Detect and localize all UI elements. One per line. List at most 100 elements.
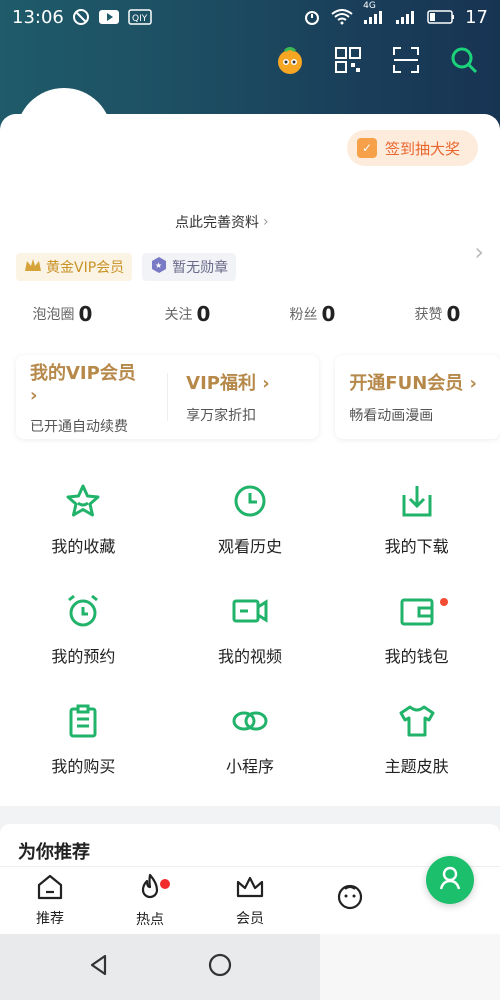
face-icon — [336, 883, 364, 915]
wallet-icon — [397, 591, 437, 631]
grid-label: 主题皮肤 — [384, 757, 449, 776]
stat-fans[interactable]: 粉丝 0 — [250, 302, 375, 326]
chevron-right-icon: › — [263, 214, 269, 230]
grid-item-wallet[interactable]: 我的钱包 — [333, 574, 500, 684]
home-circle-icon[interactable] — [207, 952, 233, 982]
header-actions — [274, 44, 480, 76]
grid-item-favorites[interactable]: 我的收藏 — [0, 464, 167, 574]
signin-lottery-button[interactable]: ✓ 签到抽大奖 — [346, 130, 478, 166]
status-time: 13:06 — [12, 6, 64, 28]
crown-icon — [235, 874, 265, 904]
badges: 黄金VIP会员 ★ 暂无勋章 — [16, 253, 237, 281]
stat-follow[interactable]: 关注 0 — [125, 302, 250, 326]
android-nav-blank — [320, 934, 500, 1000]
alarm-status-icon — [303, 8, 321, 26]
vip-row: 我的VIP会员 › 已开通自动续费 VIP福利 › 享万家折扣 开通FUN会员 … — [16, 355, 500, 439]
grid-label: 我的购买 — [51, 757, 116, 776]
vip-benefits-title: VIP福利 › — [186, 373, 270, 394]
scan-icon[interactable] — [390, 44, 422, 76]
qr-code-icon[interactable] — [332, 44, 364, 76]
vip-benefits[interactable]: VIP福利 › 享万家折扣 — [186, 369, 305, 425]
tab-recommend[interactable]: 推荐 — [0, 867, 100, 934]
medal-badge[interactable]: ★ 暂无勋章 — [142, 253, 237, 281]
tab-label: 会员 — [236, 910, 264, 927]
stat-label: 粉丝 — [289, 307, 318, 323]
battery-icon — [427, 9, 455, 25]
video-icon — [230, 591, 270, 631]
android-navigation-bar — [0, 934, 320, 1000]
grid-item-download[interactable]: 我的下载 — [333, 464, 500, 574]
my-vip-title: 我的VIP会员 › — [30, 362, 136, 406]
star-icon — [63, 481, 103, 521]
grid-item-reservation[interactable]: 我的预约 — [0, 574, 167, 684]
feature-grid: 我的收藏 观看历史 我的下载 我的预约 我的视频 我的钱包 我的购买 小程序 主… — [0, 464, 500, 794]
do-not-disturb-icon — [72, 8, 90, 26]
recommend-section: 为你推荐 — [0, 824, 500, 868]
profile-icon — [437, 865, 463, 895]
alarm-icon — [63, 591, 103, 631]
tab-vip[interactable]: 会员 — [200, 867, 300, 934]
wifi-icon — [331, 9, 353, 25]
grid-item-theme[interactable]: 主题皮肤 — [333, 684, 500, 794]
flame-icon — [137, 873, 163, 905]
profile-fab-button[interactable] — [426, 856, 474, 904]
fun-vip-sub: 畅看动画漫画 — [349, 408, 434, 424]
svg-text:QIY: QIY — [132, 14, 148, 24]
notification-dot — [440, 598, 448, 606]
grid-label: 我的预约 — [51, 647, 116, 666]
stat-value: 0 — [321, 302, 336, 326]
stat-likes[interactable]: 获赞 0 — [375, 302, 500, 326]
grid-item-videos[interactable]: 我的视频 — [167, 574, 334, 684]
vip-badge-label: 黄金VIP会员 — [46, 260, 125, 276]
grid-item-purchases[interactable]: 我的购买 — [0, 684, 167, 794]
tab-label: 推荐 — [36, 910, 64, 927]
profile-chevron-right-icon[interactable]: › — [474, 238, 484, 266]
avatar[interactable] — [18, 90, 110, 182]
link-icon — [230, 701, 270, 741]
complete-profile-link[interactable]: 点此完善资料 › — [175, 212, 269, 232]
svg-text:★: ★ — [155, 261, 162, 270]
stats-row: 泡泡圈 0 关注 0 粉丝 0 获赞 0 — [0, 302, 500, 326]
signin-label: 签到抽大奖 — [384, 139, 460, 158]
my-vip[interactable]: 我的VIP会员 › 已开通自动续费 — [30, 363, 149, 435]
iqiyi-icon: QIY — [128, 9, 152, 25]
grid-label: 我的钱包 — [384, 647, 449, 666]
recommend-title: 为你推荐 — [18, 842, 90, 863]
signal-4g-icon: 4G — [363, 1, 385, 25]
grid-label: 我的下载 — [384, 537, 449, 556]
tab-hot[interactable]: 热点 — [100, 867, 200, 934]
divider — [167, 373, 169, 421]
home-icon — [36, 874, 64, 904]
medal-icon: ★ — [150, 256, 168, 278]
stat-value: 0 — [196, 302, 211, 326]
network-type: 4G — [363, 1, 376, 11]
youtube-icon — [98, 9, 120, 25]
grid-label: 小程序 — [225, 757, 274, 776]
tab-face[interactable] — [300, 867, 400, 934]
download-icon — [397, 481, 437, 521]
stat-bubble[interactable]: 泡泡圈 0 — [0, 302, 125, 326]
vip-card-main: 我的VIP会员 › 已开通自动续费 VIP福利 › 享万家折扣 — [16, 355, 320, 439]
fun-vip-card[interactable]: 开通FUN会员 › 畅看动画漫画 — [335, 355, 500, 439]
feature-grid-area: 我的收藏 观看历史 我的下载 我的预约 我的视频 我的钱包 我的购买 小程序 主… — [0, 464, 500, 806]
stat-value: 0 — [78, 302, 93, 326]
tshirt-icon — [397, 701, 437, 741]
grid-item-history[interactable]: 观看历史 — [167, 464, 334, 574]
vip-badge[interactable]: 黄金VIP会员 — [16, 253, 133, 281]
grid-label: 观看历史 — [217, 537, 282, 556]
my-vip-sub: 已开通自动续费 — [30, 418, 128, 435]
vip-benefits-sub: 享万家折扣 — [186, 408, 257, 424]
back-icon[interactable] — [87, 953, 111, 981]
bottom-tab-bar: 推荐 热点 会员 — [0, 866, 500, 934]
stat-label: 关注 — [164, 307, 193, 323]
mascot-avatar-icon[interactable] — [274, 44, 306, 76]
stat-label: 泡泡圈 — [32, 307, 75, 323]
grid-item-miniprogram[interactable]: 小程序 — [167, 684, 334, 794]
grid-label: 我的收藏 — [51, 537, 116, 556]
battery-level: 17 — [465, 6, 488, 28]
search-icon[interactable] — [448, 44, 480, 76]
fun-vip-title: 开通FUN会员 › — [349, 373, 477, 394]
clock-icon — [230, 481, 270, 521]
complete-profile-label: 点此完善资料 — [175, 215, 259, 231]
calendar-check-icon: ✓ — [356, 138, 377, 158]
